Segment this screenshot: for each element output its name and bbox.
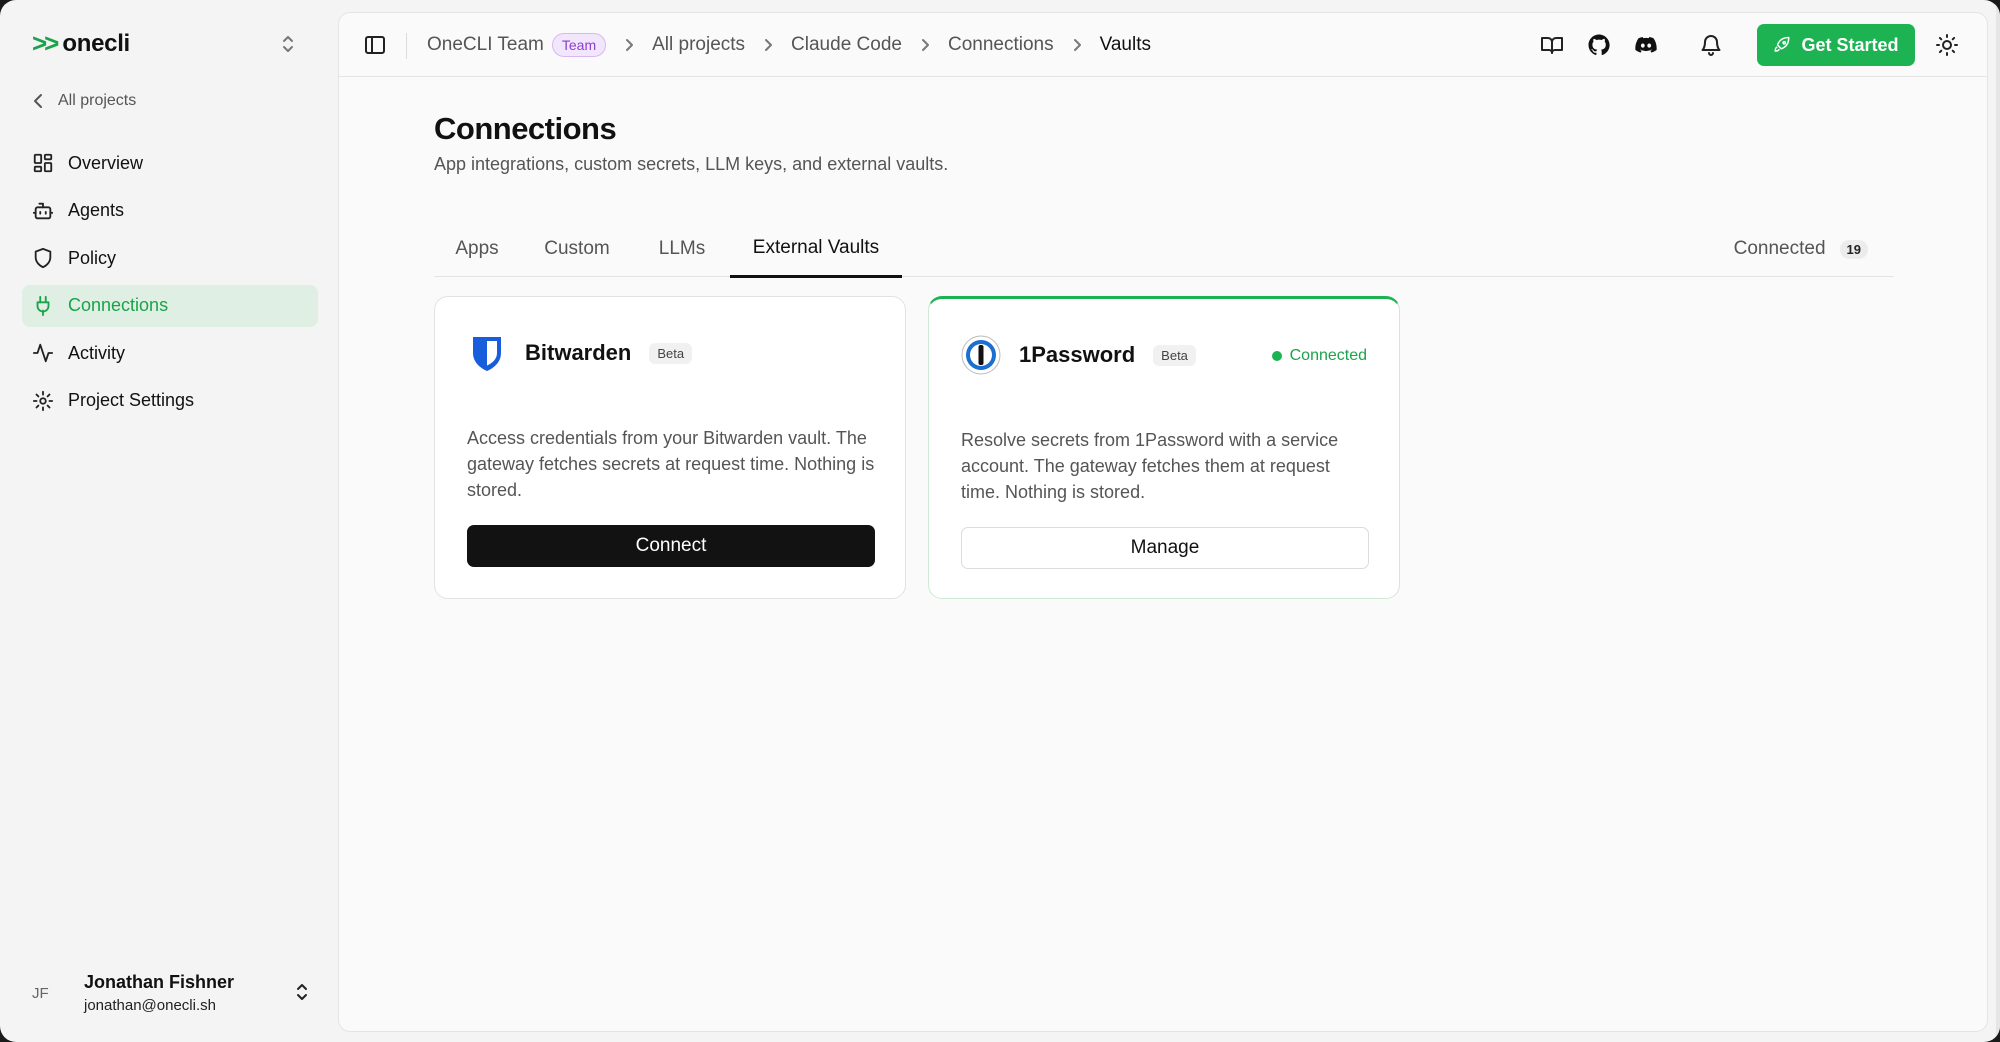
breadcrumb-connections[interactable]: Connections: [948, 34, 1054, 56]
sidebar-item-overview[interactable]: Overview: [22, 142, 318, 184]
vault-name: 1Password: [1019, 342, 1136, 367]
card-header: 1Password Beta: [961, 335, 1196, 375]
rocket-icon: [1774, 36, 1790, 52]
status-label: Connected: [1289, 347, 1367, 364]
chevron-right-icon: [920, 38, 930, 52]
page-subtitle: App integrations, custom secrets, LLM ke…: [434, 154, 949, 174]
github-icon[interactable]: [1587, 33, 1611, 57]
chevron-right-icon: [763, 38, 773, 52]
manage-button[interactable]: Manage: [961, 527, 1369, 569]
sidebar-item-label: Project Settings: [68, 390, 195, 410]
main-panel: OneCLI Team Team All projects Claude Cod…: [338, 12, 1988, 1032]
topbar-divider: [406, 33, 407, 59]
breadcrumb-current: Vaults: [1099, 34, 1151, 55]
sidebar-item-label: Connections: [68, 295, 169, 315]
vault-description: Access credentials from your Bitwarden v…: [467, 428, 875, 500]
back-to-projects-link[interactable]: All projects: [32, 92, 136, 110]
vault-description: Resolve secrets from 1Password with a se…: [961, 430, 1339, 502]
sidebar-nav: Overview Agents Policy Connections Activ…: [22, 142, 318, 427]
chevron-right-icon: [624, 38, 634, 52]
tab-external-vaults[interactable]: External Vaults: [730, 221, 902, 278]
sidebar: >> onecli All projects Overview Agents P…: [0, 0, 338, 1042]
topbar: OneCLI Team Team All projects Claude Cod…: [339, 13, 1987, 77]
connected-label: Connected: [1733, 238, 1826, 259]
sun-icon[interactable]: [1935, 33, 1959, 57]
sidebar-item-policy[interactable]: Policy: [22, 237, 318, 279]
connected-count-badge: 19: [1839, 239, 1868, 259]
sidebar-item-label: Activity: [68, 342, 126, 363]
vault-card-1password: 1Password Beta Connected Resolve secrets…: [928, 296, 1400, 599]
tab-llms[interactable]: LLMs: [634, 221, 730, 277]
activity-icon: [32, 343, 54, 363]
team-badge: Team: [551, 33, 607, 57]
sidebar-item-activity[interactable]: Activity: [22, 332, 318, 374]
user-email: jonathan@onecli.sh: [84, 997, 216, 1014]
gear-icon: [32, 390, 54, 411]
sidebar-item-agents[interactable]: Agents: [22, 190, 318, 232]
tab-apps[interactable]: Apps: [434, 221, 520, 277]
vault-name: Bitwarden: [525, 340, 632, 365]
connection-tabs: Apps Custom LLMs External Vaults Connect…: [434, 221, 1894, 278]
sidebar-item-label: Policy: [68, 247, 117, 268]
brand[interactable]: >> onecli: [32, 28, 130, 59]
breadcrumb-all-projects[interactable]: All projects: [652, 34, 745, 56]
chevron-left-icon: [34, 94, 42, 108]
bell-icon[interactable]: [1699, 33, 1723, 57]
status-dot-icon: [1271, 351, 1282, 361]
sidebar-item-connections[interactable]: Connections: [22, 284, 318, 327]
get-started-label: Get Started: [1801, 34, 1899, 55]
page-title: Connections: [434, 111, 617, 146]
back-link-label: All projects: [58, 92, 137, 109]
breadcrumb-team[interactable]: OneCLI Team: [427, 34, 544, 56]
card-header: Bitwarden Beta: [467, 333, 693, 373]
app-window: >> onecli All projects Overview Agents P…: [0, 0, 2000, 1042]
bitwarden-logo-icon: [473, 337, 501, 371]
chevron-right-icon: [1072, 38, 1082, 52]
sidebar-item-label: Overview: [68, 152, 144, 173]
brand-logo-icon: >>: [32, 28, 59, 58]
1password-logo-icon: [961, 335, 1001, 375]
brand-name: onecli: [62, 29, 130, 57]
discord-icon[interactable]: [1634, 33, 1658, 57]
chevrons-up-down-icon[interactable]: [278, 32, 298, 56]
get-started-button[interactable]: Get Started: [1757, 24, 1915, 66]
plug-icon: [36, 295, 50, 316]
tab-custom[interactable]: Custom: [520, 221, 634, 277]
user-menu[interactable]: JF Jonathan Fishner jonathan@onecli.sh: [32, 968, 312, 1018]
vault-card-bitwarden: Bitwarden Beta Access credentials from y…: [434, 296, 906, 599]
user-info: Jonathan Fishner jonathan@onecli.sh: [84, 972, 234, 1014]
shield-icon: [34, 247, 52, 269]
sidebar-item-project-settings[interactable]: Project Settings: [22, 380, 318, 422]
connected-status: Connected: [1271, 347, 1367, 365]
beta-badge: Beta: [1153, 344, 1196, 366]
window-edge: [1996, 0, 2000, 1042]
chevrons-up-down-icon[interactable]: [292, 980, 312, 1004]
tab-connected[interactable]: Connected 19: [1734, 221, 1868, 277]
layout-dashboard-icon: [33, 153, 53, 173]
bot-icon: [32, 202, 54, 219]
breadcrumb-project[interactable]: Claude Code: [791, 34, 902, 56]
avatar: JF: [32, 984, 49, 1002]
user-name: Jonathan Fishner: [84, 972, 235, 992]
beta-badge: Beta: [649, 342, 693, 364]
breadcrumb: OneCLI Team Team All projects Claude Cod…: [427, 13, 1151, 77]
docs-book-icon[interactable]: [1540, 33, 1564, 57]
sidebar-toggle-icon[interactable]: [363, 33, 387, 57]
sidebar-item-label: Agents: [68, 200, 125, 220]
connect-button[interactable]: Connect: [467, 525, 875, 567]
